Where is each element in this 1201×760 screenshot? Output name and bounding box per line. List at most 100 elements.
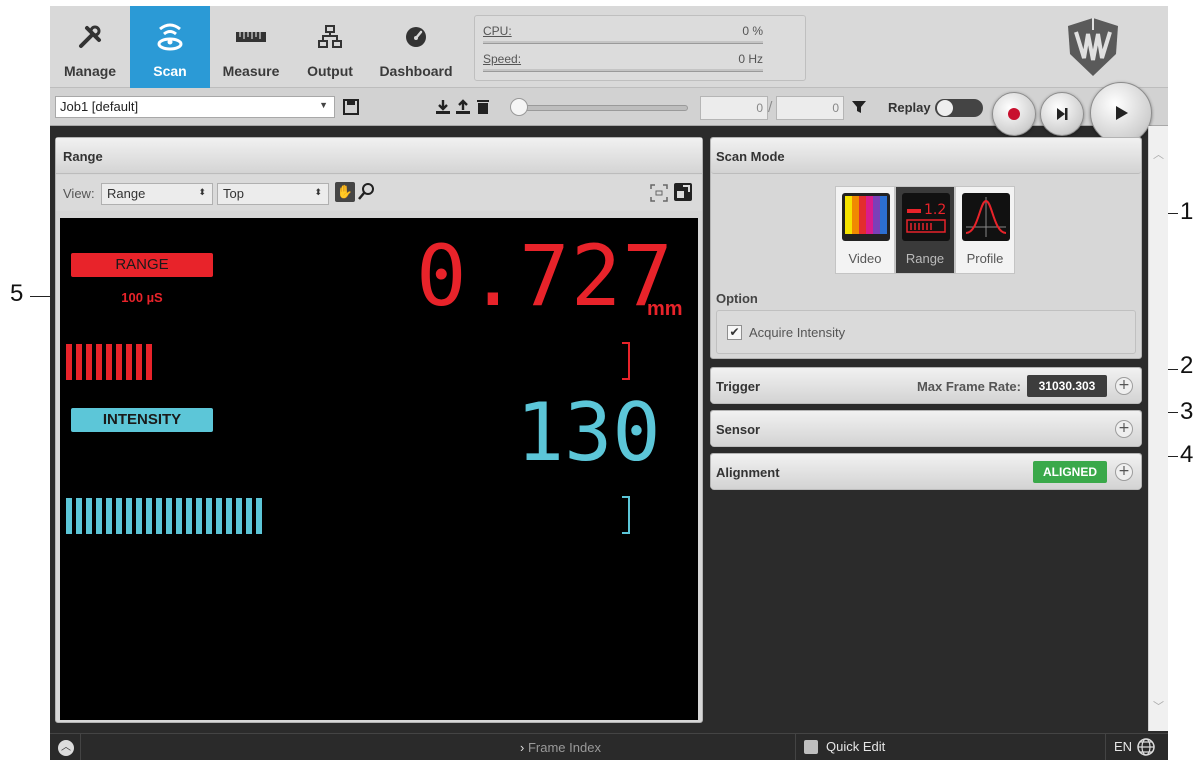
filter-button[interactable] bbox=[850, 98, 868, 116]
intensity-level-bar bbox=[66, 498, 72, 534]
view-direction-select[interactable]: Top ⬍ bbox=[217, 183, 329, 205]
status-divider bbox=[80, 734, 81, 760]
intensity-level-bar bbox=[236, 498, 242, 534]
view-direction-value: Top bbox=[223, 186, 244, 201]
download-button[interactable] bbox=[434, 98, 452, 116]
intensity-level-bar bbox=[176, 498, 182, 534]
play-icon bbox=[1116, 106, 1128, 120]
intensity-level-bar bbox=[116, 498, 122, 534]
replay-toggle[interactable] bbox=[935, 99, 983, 117]
frame-separator: / bbox=[768, 100, 773, 115]
mode-range-button[interactable]: 1.2 Range bbox=[895, 186, 955, 274]
speed-meter bbox=[483, 69, 763, 72]
mode-range-label: Range bbox=[905, 251, 945, 266]
nav-output-label: Output bbox=[307, 63, 353, 79]
plus-icon: + bbox=[1118, 463, 1130, 479]
range-level-bar bbox=[106, 344, 112, 380]
speed-label: Speed: bbox=[483, 52, 522, 66]
callout-4: 4 bbox=[1180, 441, 1194, 468]
lmi-3d-logo-icon bbox=[1058, 14, 1128, 84]
cpu-stat: CPU: 0 % bbox=[483, 24, 763, 44]
replay-slider-track[interactable] bbox=[520, 105, 688, 111]
replay-label: Replay bbox=[888, 100, 931, 115]
nav-manage[interactable]: Manage bbox=[50, 6, 130, 88]
sensor-panel[interactable]: Sensor + bbox=[710, 410, 1142, 447]
range-level-bar bbox=[76, 344, 82, 380]
job-select-value: Job1 [default] bbox=[60, 99, 139, 114]
trash-icon bbox=[477, 100, 489, 114]
nav-scan[interactable]: Scan bbox=[130, 6, 210, 88]
alignment-title-text: Alignment bbox=[716, 465, 780, 480]
range-exposure: 100 µS bbox=[121, 290, 163, 305]
upload-button[interactable] bbox=[454, 98, 472, 116]
range-level-bar bbox=[146, 344, 152, 380]
view-mode-select[interactable]: Range ⬍ bbox=[101, 183, 213, 205]
intensity-value: 130 bbox=[516, 386, 661, 479]
cpu-meter bbox=[483, 41, 763, 44]
option-label: Option bbox=[716, 291, 758, 306]
plus-icon: + bbox=[1118, 377, 1130, 393]
replay-slider-handle[interactable] bbox=[510, 98, 528, 116]
play-button[interactable] bbox=[1090, 82, 1152, 144]
language-label[interactable]: EN bbox=[1114, 739, 1132, 754]
alignment-expand-button[interactable]: + bbox=[1115, 463, 1133, 481]
right-scrollbar[interactable]: ︿ ﹀ bbox=[1148, 126, 1168, 731]
zoom-button[interactable] bbox=[358, 182, 378, 202]
scan-sensor-icon bbox=[130, 22, 210, 52]
select-arrows-icon: ⬍ bbox=[314, 187, 322, 197]
scroll-up-icon[interactable]: ︿ bbox=[1153, 146, 1164, 162]
intensity-bar-bracket bbox=[622, 496, 630, 534]
job-select[interactable]: Job1 [default] ▼ bbox=[55, 96, 335, 118]
intensity-level-bar bbox=[136, 498, 142, 534]
frame-total-input[interactable]: 0 bbox=[776, 96, 844, 120]
range-display-icon: 1.2 bbox=[902, 193, 950, 241]
sensor-title-text: Sensor bbox=[716, 422, 761, 437]
plus-icon: + bbox=[1118, 420, 1130, 436]
expand-view-button[interactable] bbox=[674, 183, 692, 201]
view-controls: View: Range ⬍ Top ⬍ ✋ bbox=[56, 175, 702, 211]
delete-button[interactable] bbox=[474, 98, 492, 116]
intensity-level-bars bbox=[66, 498, 262, 534]
sensor-expand-button[interactable]: + bbox=[1115, 420, 1133, 438]
record-button[interactable] bbox=[992, 92, 1036, 136]
mode-profile-button[interactable]: Profile bbox=[955, 186, 1015, 274]
intensity-level-bar bbox=[76, 498, 82, 534]
range-unit: mm bbox=[647, 298, 683, 320]
download-icon bbox=[436, 100, 450, 114]
globe-icon[interactable] bbox=[1136, 737, 1156, 757]
trigger-panel[interactable]: Trigger Max Frame Rate: 31030.303 + bbox=[710, 367, 1142, 404]
scroll-down-icon[interactable]: ﹀ bbox=[1153, 698, 1164, 714]
save-job-button[interactable] bbox=[342, 98, 360, 116]
nav-dashboard[interactable]: Dashboard bbox=[368, 6, 464, 88]
view-label: View: bbox=[63, 186, 95, 201]
expand-panel-button[interactable]: ︿ bbox=[58, 740, 74, 756]
callout-2: 2 bbox=[1180, 352, 1194, 379]
step-forward-button[interactable] bbox=[1040, 92, 1084, 136]
status-divider bbox=[1105, 734, 1106, 760]
nav-output[interactable]: Output bbox=[292, 6, 368, 88]
intensity-level-bar bbox=[166, 498, 172, 534]
callout-5: 5 bbox=[10, 280, 24, 307]
alignment-status-badge: ALIGNED bbox=[1033, 461, 1107, 483]
frame-current-input[interactable]: 0 bbox=[700, 96, 768, 120]
range-level-bar bbox=[96, 344, 102, 380]
pan-hand-button[interactable]: ✋ bbox=[335, 182, 355, 202]
cpu-label: CPU: bbox=[483, 24, 512, 38]
nav-measure[interactable]: Measure bbox=[210, 6, 292, 88]
quick-edit-checkbox[interactable] bbox=[804, 740, 818, 754]
save-icon bbox=[343, 99, 359, 115]
nav-dashboard-label: Dashboard bbox=[379, 63, 453, 79]
trigger-expand-button[interactable]: + bbox=[1115, 377, 1133, 395]
acquire-intensity-checkbox[interactable]: ✔ bbox=[727, 325, 742, 340]
app-window: Manage Scan Measure Output Dashboard CPU… bbox=[50, 6, 1168, 760]
nav-manage-label: Manage bbox=[63, 63, 117, 79]
frame-index-label: Frame Index bbox=[527, 740, 601, 755]
mode-video-button[interactable]: Video bbox=[835, 186, 895, 274]
alignment-panel[interactable]: Alignment ALIGNED + bbox=[710, 453, 1142, 490]
frame-index-toggle[interactable]: › Frame Index bbox=[520, 740, 601, 755]
fit-view-button[interactable] bbox=[650, 184, 668, 202]
intensity-level-bar bbox=[216, 498, 222, 534]
profile-curve-icon bbox=[962, 193, 1010, 241]
step-forward-icon bbox=[1057, 108, 1068, 120]
intensity-level-bar bbox=[196, 498, 202, 534]
